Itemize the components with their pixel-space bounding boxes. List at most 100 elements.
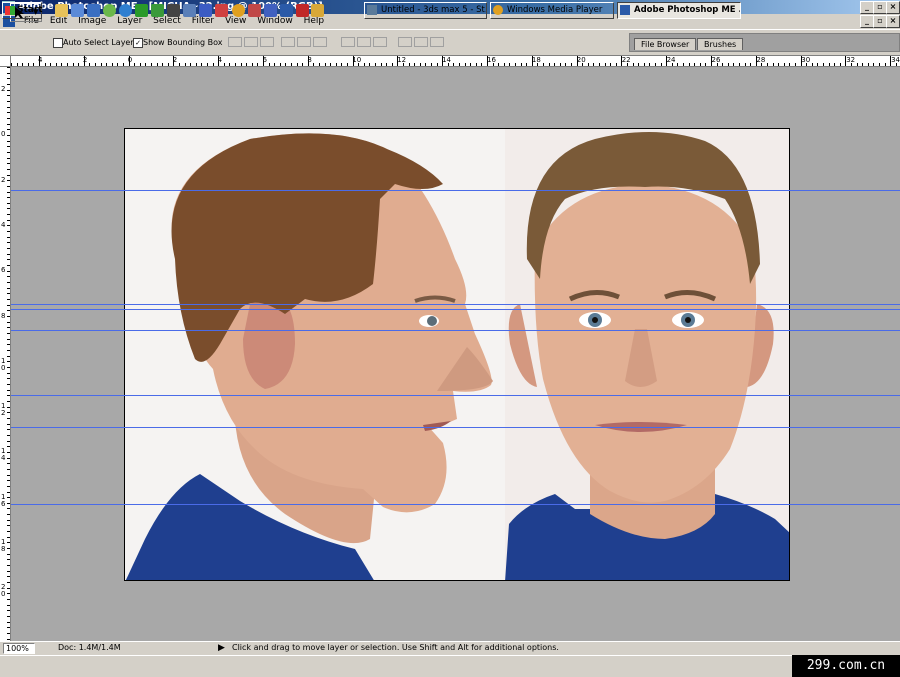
ruler-tick [885,63,886,66]
guide-line[interactable] [11,190,900,191]
ruler-tick [526,63,527,66]
align-hcenter-button[interactable] [297,37,311,47]
distribute-bottom-button[interactable] [373,37,387,47]
distribute-top-button[interactable] [341,37,355,47]
ruler-tick [285,63,286,66]
vertical-ruler[interactable]: 2 0 2 4 6 8 10 12 14 16 18 20 [0,67,11,641]
tool-icon[interactable] [248,4,261,17]
distribute-left-button[interactable] [398,37,412,47]
doc-minimize-button[interactable]: _ [860,15,874,28]
guide-line[interactable] [11,427,900,428]
ruler-origin[interactable] [0,56,11,67]
excel-icon[interactable] [151,4,164,17]
zoom-level-field[interactable]: 100% [3,643,35,654]
ruler-label: 12 [397,56,407,64]
guide-line[interactable] [11,304,900,305]
horizontal-ruler[interactable]: 4 2 0 2 4 6 8 10 12 14 16 18 20 22 24 26 28 30 32 34 [0,56,900,67]
distribute-right-button[interactable] [430,37,444,47]
cd-icon[interactable] [232,4,245,17]
start-label: Start [17,5,43,15]
doc-close-button[interactable]: × [886,15,900,28]
task-photoshop[interactable]: Adobe Photoshop ME ... [617,2,741,19]
ruler-tick [140,63,141,66]
ruler-tick [7,333,10,334]
acrobat-icon[interactable] [296,4,309,17]
align-right-button[interactable] [313,37,327,47]
app-icon[interactable] [135,4,148,17]
ruler-tick [750,63,751,66]
ruler-tick [7,418,10,419]
align-bottom-button[interactable] [260,37,274,47]
ruler-tick [7,469,10,470]
ruler-tick [509,63,510,66]
task-windows-media-player[interactable]: Windows Media Player [490,2,614,19]
document-canvas[interactable] [124,128,790,581]
player-icon[interactable] [103,4,116,17]
tab-brushes[interactable]: Brushes [697,38,744,50]
guide-line[interactable] [11,309,900,310]
start-button[interactable]: Start [2,2,43,19]
status-menu-arrow-icon[interactable]: ▶ [218,643,225,653]
ruler-tick [7,559,10,560]
ruler-tick [50,63,51,66]
ruler-tick [666,56,667,66]
ruler-tick [302,63,303,66]
ruler-tick [7,593,10,594]
task-3ds-max[interactable]: Untitled - 3ds max 5 - St... [364,2,487,19]
ruler-tick [7,627,10,628]
max-icon[interactable] [264,4,277,17]
computer-icon[interactable] [87,4,100,17]
ruler-tick [7,520,10,521]
distribute-vcenter-button[interactable] [357,37,371,47]
desktop-icon[interactable] [71,4,84,17]
settings-icon[interactable] [311,4,324,17]
ruler-tick [185,63,186,66]
ruler-tick [7,361,10,362]
minimize-button[interactable]: _ [860,1,874,14]
ruler-tick [7,259,10,260]
distribute-hcenter-button[interactable] [414,37,428,47]
ruler-tick [465,63,466,66]
doc-restore-button[interactable]: ▫ [873,15,887,28]
align-vcenter-button[interactable] [244,37,258,47]
internet-explorer-icon[interactable] [119,4,132,17]
ruler-tick [7,588,10,589]
ruler-tick [7,220,10,221]
ruler-tick [196,63,197,66]
ruler-tick [7,282,10,283]
folder-icon[interactable] [55,4,68,17]
guide-line[interactable] [11,395,900,396]
tab-file-browser[interactable]: File Browser [634,38,697,50]
ruler-tick [22,63,23,66]
ruler-tick [7,299,10,300]
ruler-tick [7,242,10,243]
ruler-tick [274,63,275,66]
word-icon[interactable] [199,4,212,17]
close-button[interactable]: × [886,1,900,14]
ruler-tick [537,63,538,66]
explorer-icon[interactable] [183,4,196,17]
align-top-button[interactable] [228,37,242,47]
ruler-tick [694,63,695,66]
terminal-icon[interactable] [167,4,180,17]
auto-select-layer-checkbox[interactable] [53,38,63,48]
ruler-tick [84,56,85,66]
ruler-tick [733,63,734,66]
align-left-button[interactable] [281,37,295,47]
ruler-tick [7,237,10,238]
photoshop-icon[interactable] [280,4,293,17]
ruler-tick [7,322,10,323]
ruler-tick [515,63,516,66]
task-label: Adobe Photoshop ME ... [634,5,741,15]
ruler-tick [347,63,348,66]
ruler-tick [448,63,449,66]
ruler-tick [834,63,835,66]
ruler-tick [610,63,611,66]
media-icon[interactable] [215,4,228,17]
guide-line[interactable] [11,504,900,505]
guide-line[interactable] [11,330,900,331]
restore-button[interactable]: ▫ [873,1,887,14]
ruler-tick [717,63,718,66]
ruler-tick [7,480,10,481]
show-bounding-box-checkbox[interactable]: ✓ [133,38,143,48]
